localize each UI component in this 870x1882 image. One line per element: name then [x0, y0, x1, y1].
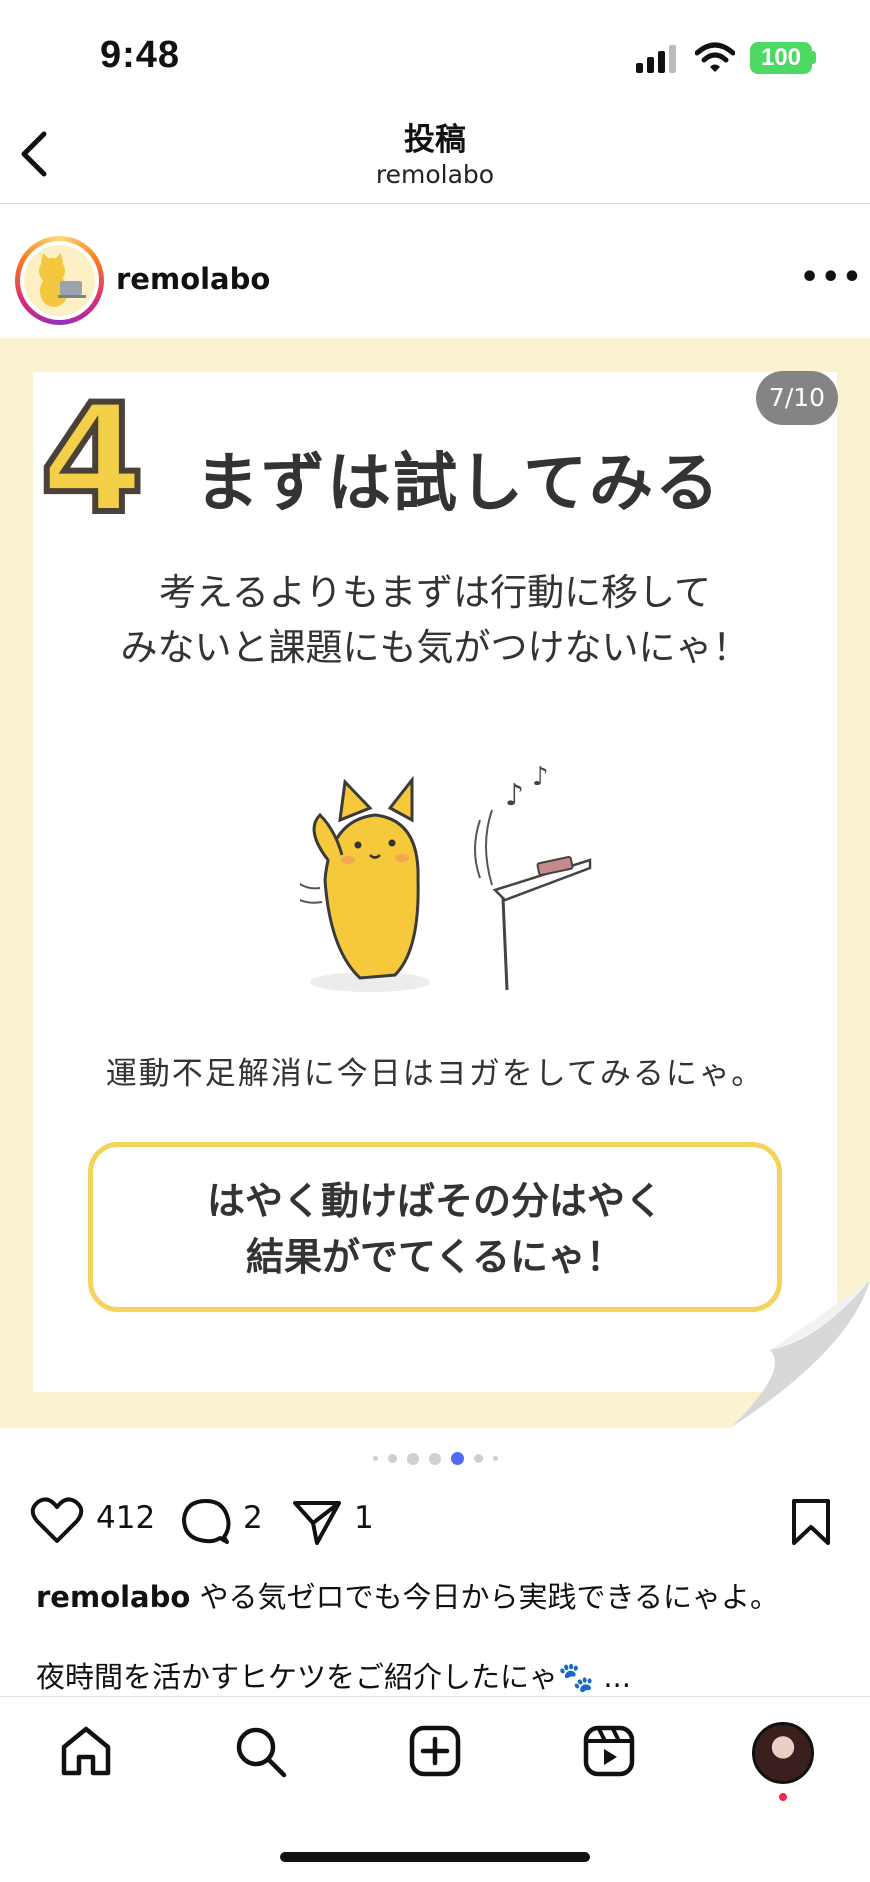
page-curl-decoration [730, 1280, 870, 1428]
carousel-dot [492, 1456, 498, 1461]
svg-text:♪: ♪ [532, 762, 549, 792]
slide-counter-badge: 7/10 [756, 371, 838, 425]
carousel-dots [0, 1452, 870, 1465]
post-caption: remolabo やる気ゼロでも今日から実践できるにゃよ。 [36, 1574, 779, 1616]
status-time: 9:48 [100, 34, 181, 76]
svg-text:♪: ♪ [505, 778, 524, 813]
reels-icon[interactable] [583, 1725, 635, 1777]
carousel-dot [473, 1454, 483, 1463]
slide-lead-line: 考えるよりもまずは行動に移して [158, 571, 712, 614]
slide-caption: 運動不足解消に今日はヨガをしてみるにゃ。 [105, 1056, 765, 1092]
home-icon[interactable] [60, 1725, 112, 1777]
post-username[interactable]: remolabo [116, 262, 270, 296]
create-post-icon[interactable] [409, 1725, 461, 1777]
bookmark-icon[interactable] [790, 1497, 832, 1547]
comment-count[interactable]: 2 [243, 1500, 263, 1536]
wifi-icon [695, 42, 735, 72]
heart-icon[interactable] [30, 1497, 84, 1545]
caption-username[interactable]: remolabo [36, 1580, 190, 1614]
like-count[interactable]: 412 [96, 1500, 155, 1536]
cat-avatar-icon [39, 253, 86, 307]
slide-lead-line: みないと課題にも気がつけないにゃ！ [120, 626, 750, 669]
callout-text: はやく動けばその分はやく 結果がでてくるにゃ！ [88, 1173, 782, 1285]
home-indicator[interactable] [280, 1852, 590, 1862]
avatar[interactable] [24, 245, 95, 316]
carousel-dot [406, 1452, 419, 1465]
search-icon[interactable] [234, 1725, 288, 1779]
carousel-dot [428, 1452, 441, 1465]
callout-line: 結果がでてくるにゃ！ [245, 1235, 625, 1279]
caption-second-line[interactable]: 夜時間を活かすヒケツをご紹介したにゃ🐾 ... [36, 1654, 631, 1696]
step-number: 4 [37, 373, 147, 547]
slide-title: まずは試してみる [195, 447, 722, 521]
header-divider [0, 203, 870, 204]
profile-tab-avatar[interactable] [752, 1722, 814, 1784]
battery-indicator: 100 [750, 42, 812, 74]
page-subtitle: remolabo [375, 160, 495, 189]
cellular-signal-icon [636, 45, 676, 73]
comment-icon[interactable] [180, 1497, 232, 1547]
carousel-dot [387, 1454, 397, 1463]
slide-lead-text: 考えるよりもまずは行動に移して みないと課題にも気がつけないにゃ！ [33, 565, 837, 675]
more-options-button[interactable]: ••• [800, 260, 864, 295]
carousel-dot [372, 1456, 378, 1461]
share-count[interactable]: 1 [354, 1500, 374, 1536]
notification-dot [779, 1793, 787, 1801]
carousel-dot-active [450, 1452, 464, 1465]
callout-line: はやく動けばその分はやく [206, 1179, 663, 1223]
cat-illustration: ♪ ♪ [300, 762, 592, 992]
caption-text: やる気ゼロでも今日から実践できるにゃよ。 [190, 1580, 779, 1614]
share-send-icon[interactable] [291, 1497, 343, 1547]
battery-tip [812, 51, 816, 64]
page-title: 投稿 [404, 122, 466, 158]
